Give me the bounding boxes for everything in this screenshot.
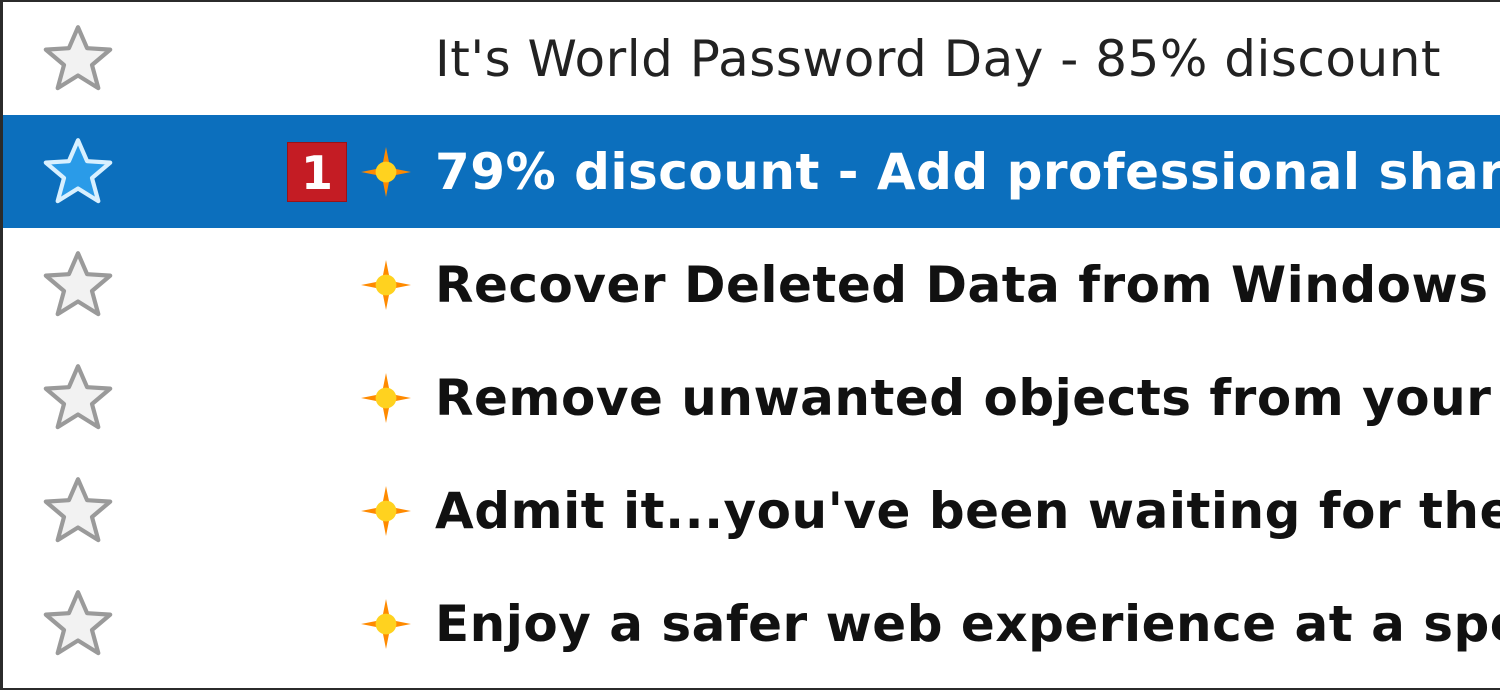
star-icon[interactable] xyxy=(43,136,113,206)
message-row[interactable]: Recover Deleted Data from Windows Dev xyxy=(3,228,1500,341)
message-subject: Remove unwanted objects from your ima xyxy=(435,368,1500,427)
message-row[interactable]: It's World Password Day - 85% discount xyxy=(3,2,1500,115)
message-row-selected[interactable]: 1 79% discount - Add professional sharpn… xyxy=(3,115,1500,228)
message-row[interactable]: Admit it...you've been waiting for them! xyxy=(3,454,1500,567)
new-message-sparkle-icon xyxy=(361,598,411,649)
message-subject: It's World Password Day - 85% discount xyxy=(435,29,1441,88)
star-icon[interactable] xyxy=(43,23,113,93)
message-subject: Recover Deleted Data from Windows Dev xyxy=(435,255,1500,314)
star-icon[interactable] xyxy=(43,588,113,658)
new-message-sparkle-icon xyxy=(361,485,411,536)
message-subject: Enjoy a safer web experience at a specia… xyxy=(435,594,1500,653)
unread-count-badge: 1 xyxy=(287,141,347,202)
new-message-sparkle-icon xyxy=(361,146,411,197)
star-icon[interactable] xyxy=(43,475,113,545)
message-row[interactable]: Enjoy a safer web experience at a specia… xyxy=(3,567,1500,680)
message-row[interactable]: Remove unwanted objects from your ima xyxy=(3,341,1500,454)
star-icon[interactable] xyxy=(43,249,113,319)
message-subject: Admit it...you've been waiting for them! xyxy=(435,481,1500,540)
star-icon[interactable] xyxy=(43,362,113,432)
message-list: It's World Password Day - 85% discount 1… xyxy=(0,0,1500,690)
message-subject: 79% discount - Add professional sharpne xyxy=(435,142,1500,201)
new-message-sparkle-icon xyxy=(361,372,411,423)
new-message-sparkle-icon xyxy=(361,259,411,310)
